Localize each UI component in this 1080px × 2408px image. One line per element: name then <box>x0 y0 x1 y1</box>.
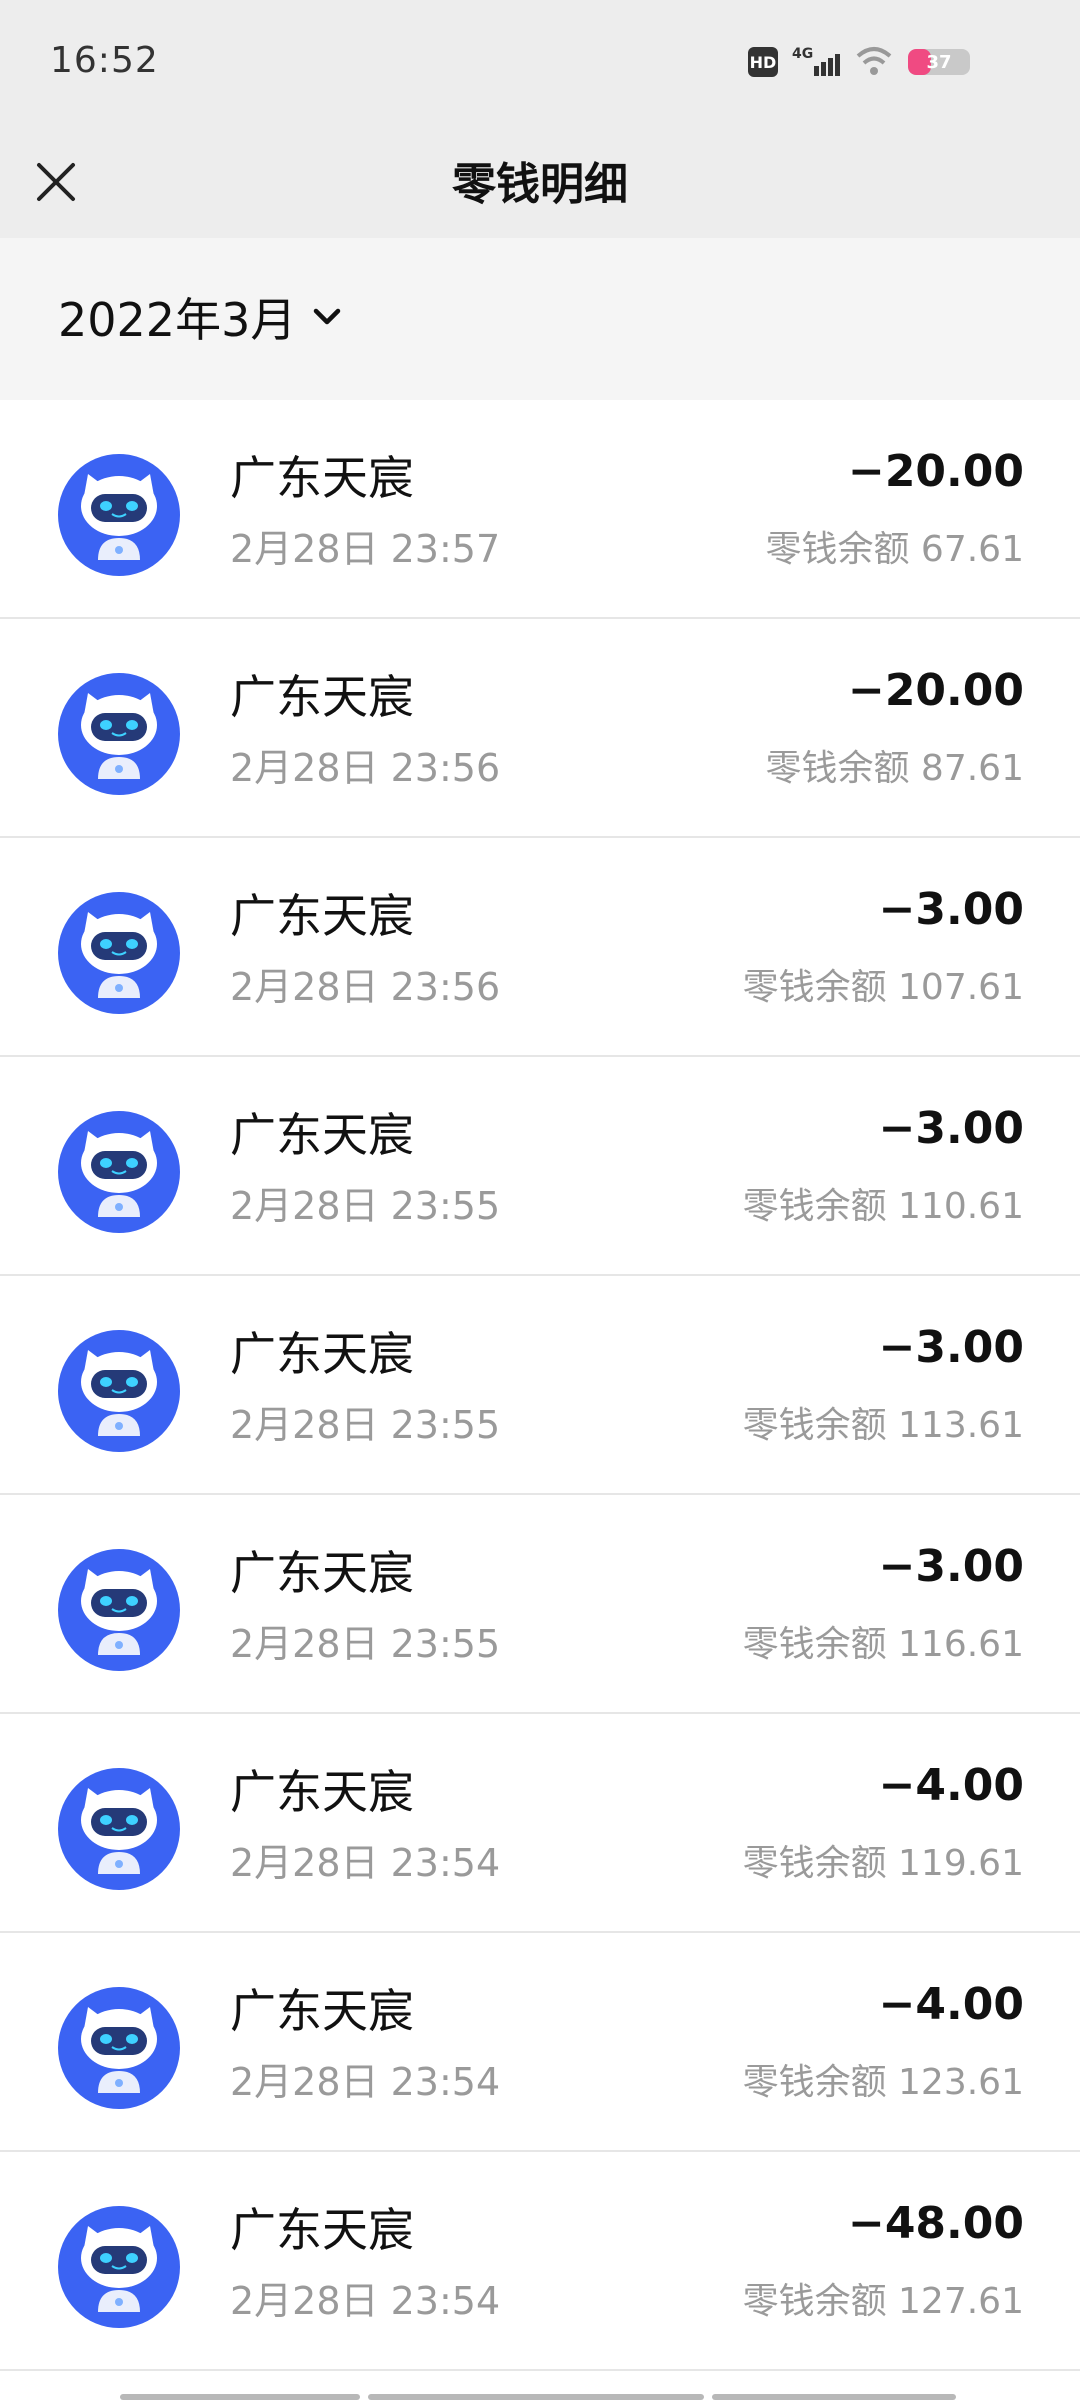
transaction-datetime: 2月28日 23:54 <box>230 1841 501 1885</box>
transaction-datetime: 2月28日 23:57 <box>230 527 501 571</box>
balance-after: 零钱余额 113.61 <box>742 1405 1024 1446</box>
network-label: 4G <box>792 46 813 62</box>
battery-level: 37 <box>926 51 952 73</box>
transaction-row[interactable]: 广东天宸 2月28日 23:55 −3.00 零钱余额 110.61 <box>0 1057 1080 1276</box>
merchant-name: 广东天宸 <box>230 451 414 505</box>
robot-avatar-icon <box>58 1987 180 2109</box>
transaction-row[interactable]: 广东天宸 2月28日 23:55 −3.00 零钱余额 113.61 <box>0 1276 1080 1495</box>
merchant-name: 广东天宸 <box>230 2203 414 2257</box>
robot-avatar-icon <box>58 1768 180 1890</box>
balance-after: 零钱余额 110.61 <box>742 1186 1024 1227</box>
robot-avatar-icon <box>58 1330 180 1452</box>
transaction-row[interactable]: 广东天宸 2月28日 23:54 −48.00 零钱余额 127.61 <box>0 2152 1080 2371</box>
balance-after: 零钱余额 127.61 <box>742 2281 1024 2322</box>
transaction-list: 广东天宸 2月28日 23:57 −20.00 零钱余额 67.61 广东天宸 … <box>0 400 1080 2371</box>
transaction-row[interactable]: 广东天宸 2月28日 23:54 −4.00 零钱余额 119.61 <box>0 1714 1080 1933</box>
transaction-datetime: 2月28日 23:54 <box>230 2279 501 2323</box>
transaction-amount: −4.00 <box>878 1979 1024 2030</box>
transaction-datetime: 2月28日 23:54 <box>230 2060 501 2104</box>
signal-4g-icon: 4G <box>792 46 840 76</box>
scroll-indicator <box>120 2394 960 2402</box>
month-picker[interactable]: 2022年3月 <box>58 284 344 350</box>
transaction-amount: −3.00 <box>878 1541 1024 1592</box>
transaction-datetime: 2月28日 23:56 <box>230 746 501 790</box>
transaction-row[interactable]: 广东天宸 2月28日 23:56 −20.00 零钱余额 87.61 <box>0 619 1080 838</box>
merchant-name: 广东天宸 <box>230 1546 414 1600</box>
wifi-icon <box>856 47 892 75</box>
transaction-datetime: 2月28日 23:56 <box>230 965 501 1009</box>
status-bar: 16:52 HD 4G 37 <box>0 0 1080 130</box>
transaction-amount: −48.00 <box>847 2198 1024 2249</box>
transaction-amount: −3.00 <box>878 1322 1024 1373</box>
chevron-down-icon <box>314 308 341 325</box>
balance-after: 零钱余额 87.61 <box>765 748 1024 789</box>
balance-after: 零钱余额 67.61 <box>765 529 1024 570</box>
robot-avatar-icon <box>58 892 180 1014</box>
scroll-segment <box>368 2394 704 2400</box>
balance-after: 零钱余额 123.61 <box>742 2062 1024 2103</box>
transaction-datetime: 2月28日 23:55 <box>230 1403 501 1447</box>
robot-avatar-icon <box>58 1549 180 1671</box>
merchant-name: 广东天宸 <box>230 670 414 724</box>
balance-after: 零钱余额 107.61 <box>742 967 1024 1008</box>
balance-after: 零钱余额 119.61 <box>742 1843 1024 1884</box>
status-time: 16:52 <box>50 40 159 81</box>
battery-icon: 37 <box>908 49 970 75</box>
merchant-name: 广东天宸 <box>230 1108 414 1162</box>
transaction-amount: −20.00 <box>847 665 1024 716</box>
nav-bar: 零钱明细 <box>0 130 1080 238</box>
merchant-name: 广东天宸 <box>230 1765 414 1819</box>
transaction-amount: −4.00 <box>878 1760 1024 1811</box>
status-icons: HD 4G 37 <box>748 44 970 80</box>
scroll-segment <box>712 2394 956 2400</box>
hd-icon: HD <box>748 47 778 77</box>
transaction-amount: −3.00 <box>878 1103 1024 1154</box>
transaction-row[interactable]: 广东天宸 2月28日 23:57 −20.00 零钱余额 67.61 <box>0 400 1080 619</box>
merchant-name: 广东天宸 <box>230 1327 414 1381</box>
robot-avatar-icon <box>58 1111 180 1233</box>
transaction-row[interactable]: 广东天宸 2月28日 23:56 −3.00 零钱余额 107.61 <box>0 838 1080 1057</box>
merchant-name: 广东天宸 <box>230 1984 414 2038</box>
robot-avatar-icon <box>58 2206 180 2328</box>
transaction-row[interactable]: 广东天宸 2月28日 23:54 −4.00 零钱余额 123.61 <box>0 1933 1080 2152</box>
transaction-amount: −3.00 <box>878 884 1024 935</box>
transaction-datetime: 2月28日 23:55 <box>230 1622 501 1666</box>
transaction-amount: −20.00 <box>847 446 1024 497</box>
page-title: 零钱明细 <box>452 159 628 210</box>
balance-after: 零钱余额 116.61 <box>742 1624 1024 1665</box>
robot-avatar-icon <box>58 454 180 576</box>
transaction-row[interactable]: 广东天宸 2月28日 23:55 −3.00 零钱余额 116.61 <box>0 1495 1080 1714</box>
merchant-name: 广东天宸 <box>230 889 414 943</box>
scroll-segment <box>120 2394 360 2400</box>
robot-avatar-icon <box>58 673 180 795</box>
transaction-datetime: 2月28日 23:55 <box>230 1184 501 1228</box>
month-label: 2022年3月 <box>58 293 297 347</box>
month-filter-bar: 2022年3月 <box>0 238 1080 400</box>
